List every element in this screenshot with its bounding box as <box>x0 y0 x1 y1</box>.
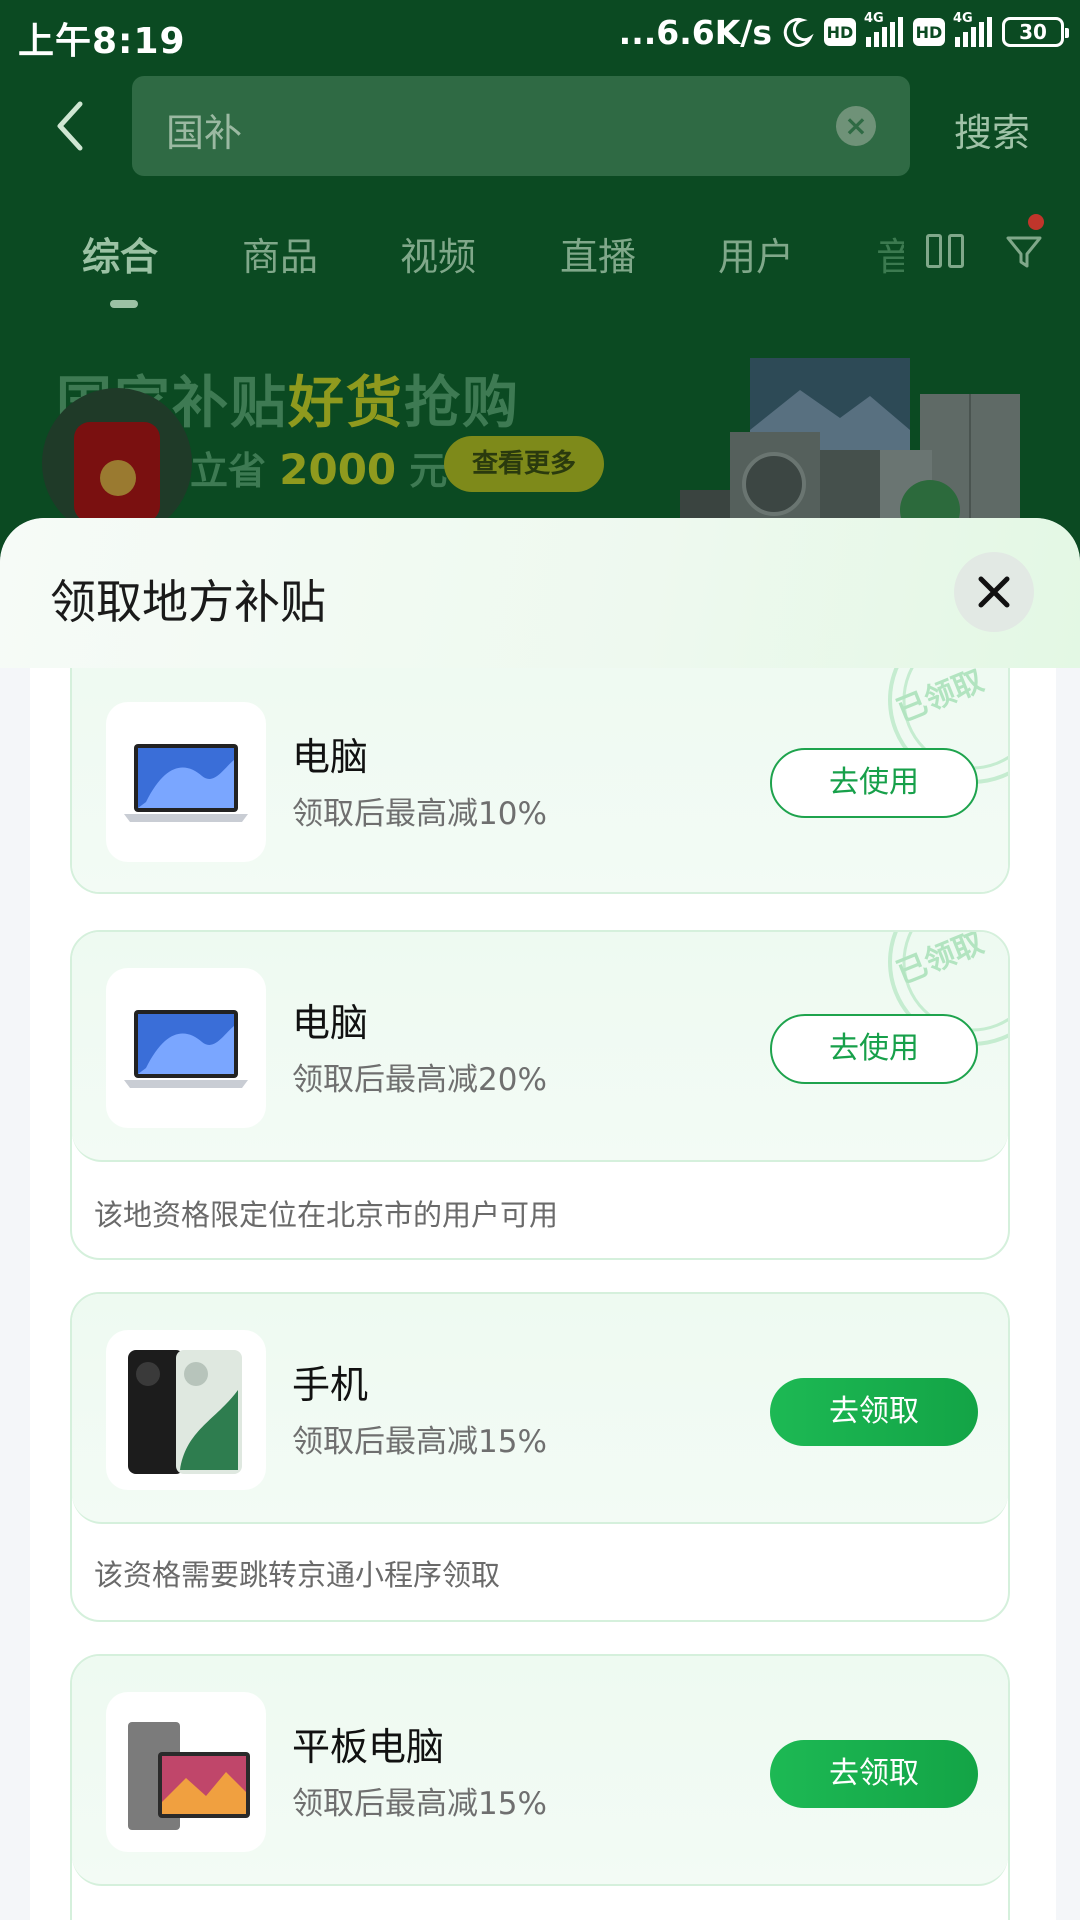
card-note: 该地资格限定位在北京市的用户可用 <box>94 1198 559 1232</box>
status-bar: 上午8:19 ...6.6K/s HD 4G HD 4G 30 <box>0 0 1080 66</box>
tab-active-indicator <box>110 300 138 308</box>
tab-comprehensive[interactable]: 综合 <box>82 226 158 281</box>
close-button[interactable] <box>954 552 1034 632</box>
tab-users[interactable]: 用户 <box>718 226 794 281</box>
claim-button[interactable]: 去领取 <box>770 1378 978 1446</box>
use-button[interactable]: 去使用 <box>770 748 978 818</box>
card-name: 手机 <box>292 1363 369 1407</box>
subsidy-card: 平板电脑 领取后最高减15% 去领取 <box>70 1654 1010 1920</box>
card-desc: 领取后最高减15% <box>292 1786 547 1822</box>
signal-icon-2: 4G <box>953 11 992 47</box>
filter-notification-dot <box>1028 214 1044 230</box>
sheet-title: 领取地方补贴 <box>50 575 326 629</box>
close-icon <box>978 576 1010 608</box>
do-not-disturb-icon <box>783 17 814 47</box>
phone-image <box>106 1330 266 1490</box>
card-name: 电脑 <box>292 735 369 779</box>
subsidy-card: 手机 领取后最高减15% 去领取 该资格需要跳转京通小程序领取 <box>70 1292 1010 1622</box>
network-speed: ...6.6K/s <box>618 12 772 52</box>
card-desc: 领取后最高减15% <box>292 1424 547 1460</box>
hd-badge-1: HD <box>824 18 856 46</box>
clear-icon[interactable]: × <box>836 106 876 146</box>
tab-live[interactable]: 直播 <box>560 226 636 281</box>
search-input[interactable]: 国补 × <box>132 76 910 176</box>
battery-icon: 30 <box>1002 17 1069 47</box>
search-query: 国补 <box>166 111 243 155</box>
card-name: 平板电脑 <box>292 1725 445 1769</box>
search-button[interactable]: 搜索 <box>954 102 1030 157</box>
tablet-image <box>106 1692 266 1852</box>
view-more-button[interactable]: 查看更多 <box>444 436 604 492</box>
laptop-image <box>106 968 266 1128</box>
card-desc: 领取后最高减20% <box>292 1062 547 1098</box>
card-note: 该资格需要跳转京通小程序领取 <box>94 1558 501 1592</box>
card-name: 电脑 <box>292 1001 369 1045</box>
signal-icon-1: 4G <box>864 11 903 47</box>
status-indicators: ...6.6K/s HD 4G HD 4G 30 <box>618 10 1069 54</box>
appliances-image <box>680 358 1020 530</box>
tab-products[interactable]: 商品 <box>242 226 318 281</box>
result-tabs: 综合 商品 视频 直播 用户 音 <box>0 220 1080 310</box>
subsidy-card: 已领取 电脑 领取后最高减10% 去使用 <box>70 668 1010 894</box>
tab-music[interactable]: 音 <box>876 226 904 281</box>
subsidy-card: 已领取 电脑 领取后最高减20% 去使用 该地资格限定位在北京市的用户可用 <box>70 930 1010 1260</box>
tab-videos[interactable]: 视频 <box>400 226 476 281</box>
hd-badge-2: HD <box>913 18 945 46</box>
red-packet-float[interactable] <box>42 388 192 538</box>
laptop-image <box>106 702 266 862</box>
card-desc: 领取后最高减10% <box>292 796 547 832</box>
sheet-header: 领取地方补贴 <box>0 518 1080 668</box>
claim-button[interactable]: 去领取 <box>770 1740 978 1808</box>
subsidy-list[interactable]: 已领取 电脑 领取后最高减10% 去使用 已领取 电脑 领取后最高减20% 去使… <box>0 668 1080 1920</box>
layout-toggle-icon[interactable] <box>926 234 964 268</box>
filter-icon[interactable] <box>1004 232 1044 272</box>
local-subsidy-sheet: 领取地方补贴 已领取 电脑 领取后最高减10% 去使用 已领取 电脑 领取后最高… <box>0 518 1080 1920</box>
use-button[interactable]: 去使用 <box>770 1014 978 1084</box>
back-arrow-icon[interactable] <box>50 98 100 154</box>
status-time: 上午8:19 <box>18 21 186 62</box>
search-bar-row: 国补 × 搜索 <box>0 76 1080 176</box>
